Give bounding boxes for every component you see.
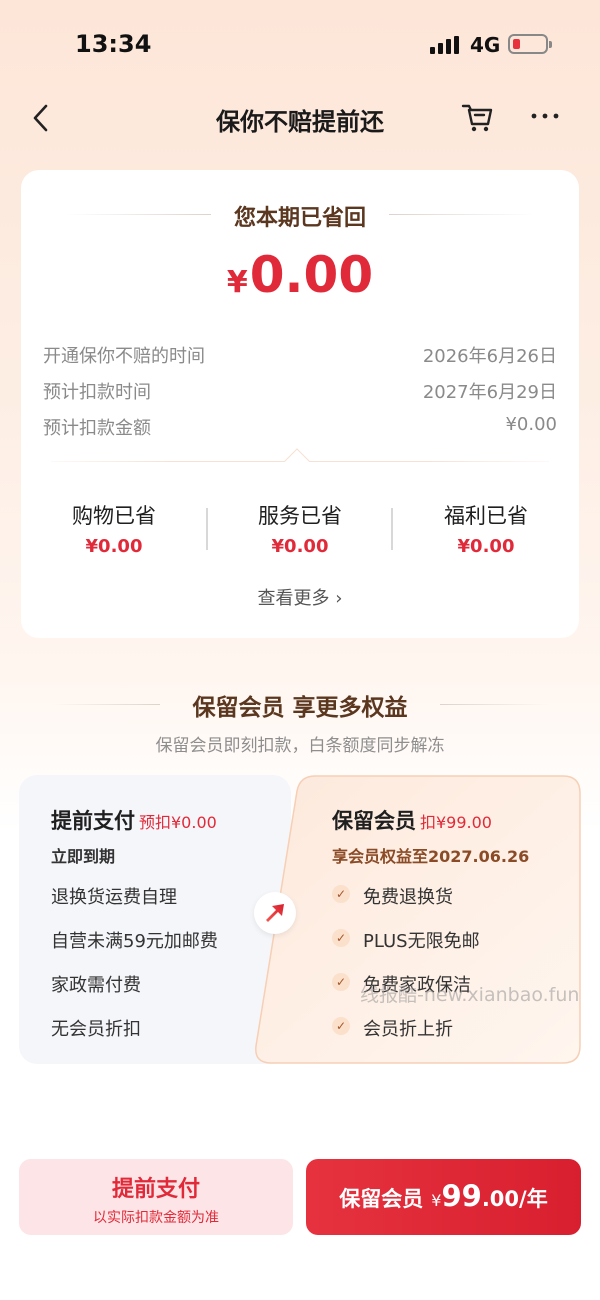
keep-option-title: 保留会员 扣¥99.00 — [332, 805, 492, 835]
option-item: 家政需付费 — [51, 975, 141, 996]
info-label: 预计扣款时间 — [43, 382, 151, 403]
option-item: 免费退换货 — [363, 887, 453, 908]
option-title-text: 提前支付 — [51, 809, 135, 833]
prepay-option-card[interactable]: 提前支付 预扣¥0.00 立即到期 退换货运费自理 自营未满59元加邮费 家政需付… — [19, 775, 291, 1064]
option-item: 会员折上折 — [363, 1019, 453, 1040]
keep-option-card[interactable]: 保留会员 扣¥99.00 享会员权益至2027.06.26 ✓ 免费退换货 ✓ P… — [253, 775, 581, 1064]
stat-service: 服务已省 ¥0.00 — [207, 500, 393, 557]
stat-welfare: 福利已省 ¥0.00 — [393, 500, 579, 557]
option-tag: 扣¥99.00 — [420, 813, 492, 832]
cart-button[interactable] — [460, 100, 496, 134]
info-row-deduct-amount: 预计扣款金额 ¥0.00 — [43, 414, 557, 439]
info-value: 2027年6月29日 — [422, 382, 557, 403]
option-subtitle: 享会员权益至2027.06.26 — [332, 847, 530, 866]
option-title-text: 保留会员 — [332, 809, 416, 833]
membership-subtitle: 保留会员即刻扣款，白条额度同步解冻 — [155, 736, 445, 756]
saved-amount: ¥0.00 — [21, 246, 579, 304]
more-button[interactable] — [528, 98, 562, 132]
more-icon — [531, 113, 559, 119]
currency-symbol: ¥ — [431, 1191, 442, 1210]
price-integer: 99 — [441, 1179, 482, 1213]
arrow-up-right-icon — [266, 904, 284, 922]
check-icon: ✓ — [332, 929, 350, 947]
membership-title: 保留会员 享更多权益 — [192, 695, 408, 721]
price-unit: /年 — [519, 1187, 548, 1211]
option-item: 退换货运费自理 — [51, 887, 177, 908]
stat-label: 福利已省 — [444, 504, 528, 528]
option-subtitle: 立即到期 — [51, 847, 116, 866]
savings-heading: 您本期已省回 — [233, 206, 366, 231]
info-label: 预计扣款金额 — [43, 418, 151, 439]
check-icon: ✓ — [332, 1017, 350, 1035]
prepay-option-title: 提前支付 预扣¥0.00 — [51, 805, 217, 835]
check-icon: ✓ — [332, 885, 350, 903]
option-item: 自营未满59元加邮费 — [51, 931, 218, 952]
info-value: ¥0.00 — [505, 414, 557, 435]
status-bar: 13:34 4G — [0, 0, 600, 90]
stat-value: ¥0.00 — [457, 536, 515, 557]
option-item: 无会员折扣 — [51, 1019, 141, 1040]
page-title: 保你不赔提前还 — [216, 108, 384, 136]
prepay-button[interactable]: 提前支付 以实际扣款金额为准 — [19, 1159, 293, 1235]
saved-amount-value: 0.00 — [249, 246, 374, 304]
option-tag: 预扣¥0.00 — [139, 813, 217, 832]
battery-icon — [508, 34, 552, 54]
stat-value: ¥0.00 — [85, 536, 143, 557]
info-row-deduct-date: 预计扣款时间 2027年6月29日 — [43, 378, 557, 403]
stat-label: 购物已省 — [72, 504, 156, 528]
signal-icon — [430, 36, 462, 54]
network-type: 4G — [470, 33, 501, 57]
info-label: 开通保你不赔的时间 — [43, 346, 205, 367]
divider-notch — [284, 448, 310, 474]
stat-label: 服务已省 — [258, 504, 342, 528]
stat-shopping: 购物已省 ¥0.00 — [21, 500, 207, 557]
currency-symbol: ¥ — [226, 265, 248, 300]
prepay-button-label: 提前支付 — [111, 1177, 200, 1202]
stat-value: ¥0.00 — [271, 536, 329, 557]
status-time: 13:34 — [75, 30, 152, 58]
info-value: 2026年6月26日 — [422, 346, 557, 367]
price-decimal: .00 — [481, 1187, 520, 1211]
cart-icon — [461, 104, 493, 132]
check-icon: ✓ — [332, 973, 350, 991]
switch-arrow-badge — [254, 892, 296, 934]
keep-button-content: 保留会员 ¥99.00/年 — [306, 1179, 581, 1213]
info-row-open-date: 开通保你不赔的时间 2026年6月26日 — [43, 342, 557, 367]
watermark: 线报酷-new.xianbao.fun — [360, 984, 580, 1006]
nav-bar: 保你不赔提前还 — [0, 90, 600, 146]
savings-card: 您本期已省回 ¥0.00 开通保你不赔的时间 2026年6月26日 预计扣款时间… — [21, 170, 579, 638]
prepay-button-note: 以实际扣款金额为准 — [93, 1210, 219, 1226]
option-item: PLUS无限免邮 — [363, 931, 480, 952]
keep-membership-button[interactable]: 保留会员 ¥99.00/年 — [306, 1159, 581, 1235]
see-more-link[interactable]: 查看更多 › — [21, 584, 579, 610]
keep-button-label: 保留会员 — [339, 1187, 424, 1211]
